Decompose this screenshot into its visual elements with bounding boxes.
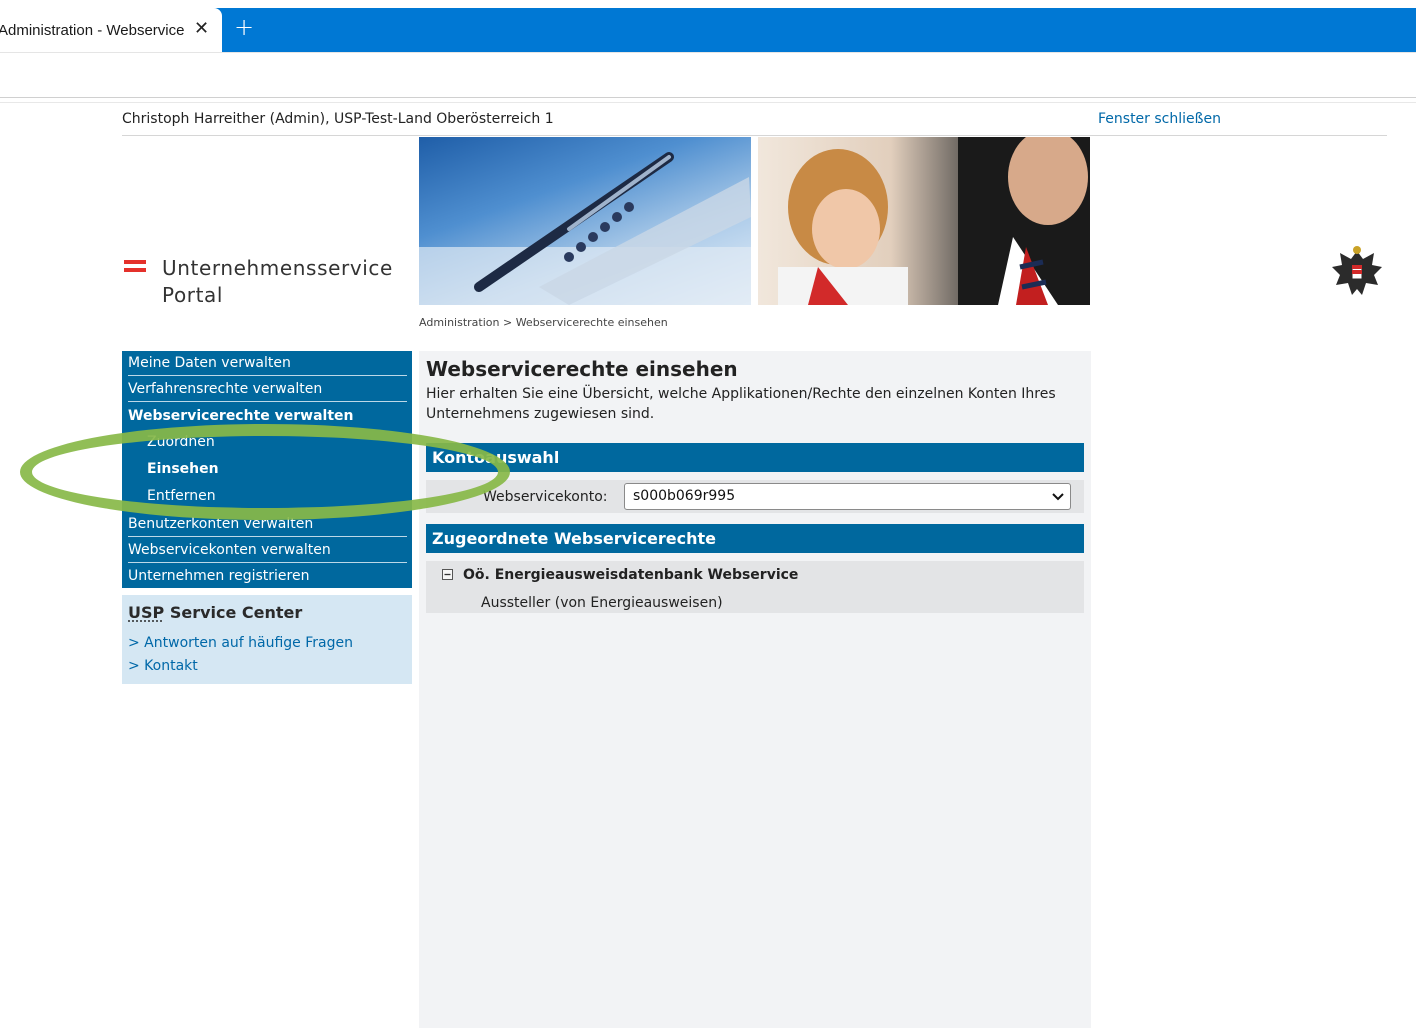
nav-divider	[128, 562, 407, 563]
webservicerechte-panel: Oö. Energieausweisdatenbank Webservice A…	[426, 561, 1084, 613]
browser-tab[interactable]: Administration - Webservicerechte einseh…	[0, 8, 222, 52]
webservicerechte-heading: Zugeordnete Webservicerechte	[426, 524, 1084, 553]
service-center-title: USP Service Center	[128, 603, 302, 622]
nav-divider	[128, 536, 407, 537]
chevron-down-icon	[1052, 484, 1064, 518]
sidebar-item-verfahrensrechte[interactable]: Verfahrensrechte verwalten	[128, 381, 406, 397]
sidebar-item-webservicekonten[interactable]: Webservicekonten verwalten	[128, 542, 406, 558]
page-description: Hier erhalten Sie eine Übersicht, welche…	[426, 386, 1056, 422]
collapse-icon[interactable]	[442, 569, 453, 580]
webservicekonto-selected-value: s000b069r995	[633, 488, 736, 504]
banner-image-pen	[419, 137, 751, 305]
usp-abbr: USP	[128, 603, 165, 622]
nav-divider	[128, 375, 407, 376]
sidebar-item-webservicerechte[interactable]: Webservicerechte verwalten	[128, 408, 406, 424]
header-divider	[122, 135, 1387, 136]
service-center-title-rest: Service Center	[164, 603, 303, 622]
browser-tab-bar: Administration - Webservicerechte einseh…	[0, 0, 1416, 52]
webservicekonto-label: Webservicekonto:	[483, 489, 608, 505]
webservicekonto-select[interactable]: s000b069r995	[624, 483, 1071, 510]
austria-coat-of-arms-icon	[1330, 245, 1384, 303]
role-name: Aussteller (von Energieausweisen)	[481, 595, 723, 611]
sidebar-subitem-entfernen[interactable]: Entfernen	[147, 488, 216, 504]
breadcrumb: Administration > Webservicerechte einseh…	[419, 316, 668, 329]
sidebar-item-meine-daten[interactable]: Meine Daten verwalten	[128, 355, 406, 371]
logo-text-line1: Unternehmensservice	[162, 256, 393, 280]
sidebar-item-benutzerkonten[interactable]: Benutzerkonten verwalten	[128, 516, 406, 532]
application-name: Oö. Energieausweisdatenbank Webservice	[463, 567, 799, 583]
logo-text-line2: Portal	[162, 283, 224, 307]
main-content: Webservicerechte einsehen Hier erhalten …	[419, 351, 1091, 1028]
sidebar-nav: Meine Daten verwalten Verfahrensrechte v…	[122, 351, 412, 588]
nav-divider	[128, 401, 407, 402]
close-window-link[interactable]: Fenster schließen	[1098, 111, 1221, 127]
user-info: Christoph Harreither (Admin), USP-Test-L…	[122, 111, 554, 127]
sidebar-subitem-zuordnen[interactable]: Zuordnen	[147, 434, 215, 450]
close-tab-icon[interactable]: ✕	[194, 20, 209, 38]
divider	[0, 102, 1416, 103]
austria-flag-icon	[124, 260, 146, 272]
page-title: Webservicerechte einsehen	[426, 357, 738, 381]
service-center-box: USP Service Center > Antworten auf häufi…	[122, 595, 412, 684]
contact-link[interactable]: > Kontakt	[128, 658, 198, 674]
banner-image-people	[758, 137, 1090, 305]
new-tab-icon[interactable]: +	[234, 14, 254, 40]
sidebar-item-unternehmen-registrieren[interactable]: Unternehmen registrieren	[128, 568, 406, 584]
kontoauswahl-panel: Webservicekonto: s000b069r995	[426, 480, 1084, 513]
tab-title: Administration - Webservicerechte einseh…	[0, 21, 184, 39]
sidebar-subitem-einsehen[interactable]: Einsehen	[147, 461, 219, 477]
faq-link[interactable]: > Antworten auf häufige Fragen	[128, 635, 353, 651]
kontoauswahl-heading: Kontoauswahl	[426, 443, 1084, 472]
address-bar	[0, 52, 1416, 98]
